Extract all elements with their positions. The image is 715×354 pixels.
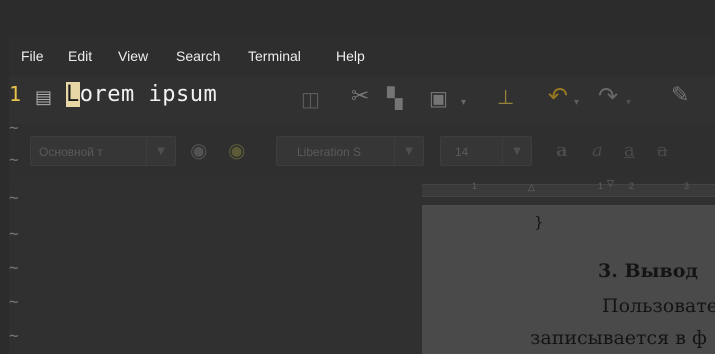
vim-buffer-line[interactable]: 1 Lorem ipsum bbox=[9, 82, 217, 107]
tab-stop-icon[interactable]: ▽ bbox=[607, 178, 614, 189]
ruler-label: 2 bbox=[629, 181, 635, 191]
menu-view[interactable]: View bbox=[118, 48, 148, 64]
font-name-dropdown[interactable]: ▼ bbox=[394, 136, 424, 166]
section-heading: 3. Вывод bbox=[598, 260, 699, 282]
style-update-icon[interactable]: ◉ bbox=[190, 139, 207, 161]
copy-icon[interactable]: ▚ bbox=[387, 87, 402, 109]
empty-line-marker: ~ bbox=[9, 258, 19, 277]
redo-dropdown-icon[interactable]: ▾ bbox=[626, 92, 631, 114]
chevron-down-icon: ▼ bbox=[405, 146, 413, 157]
ruler-bar bbox=[422, 184, 715, 197]
empty-line-marker: ~ bbox=[9, 224, 19, 243]
print-preview-icon[interactable]: ◫ bbox=[301, 88, 320, 110]
vim-line-text[interactable]: Lorem ipsum bbox=[66, 82, 217, 107]
cut-icon[interactable]: ✂ bbox=[351, 86, 369, 108]
font-size-dropdown[interactable]: ▼ bbox=[502, 136, 532, 166]
menu-terminal[interactable]: Terminal bbox=[248, 48, 301, 64]
empty-line-marker: ~ bbox=[9, 292, 19, 311]
ruler-label: 1 bbox=[598, 181, 604, 191]
style-new-icon[interactable]: ◉ bbox=[228, 139, 245, 161]
menu-file[interactable]: File bbox=[21, 48, 44, 64]
underline-icon[interactable]: a bbox=[624, 140, 635, 161]
paragraph-style-dropdown[interactable]: ▼ bbox=[146, 136, 176, 166]
document-page[interactable]: } 3. Вывод Пользовате записывается в ф bbox=[422, 205, 715, 354]
empty-line-marker: ~ bbox=[9, 118, 19, 137]
paragraph-line: записывается в ф bbox=[530, 327, 707, 349]
chevron-down-icon: ▼ bbox=[513, 146, 521, 157]
app-window: File Edit View Search Terminal Help ▤ ◫ … bbox=[9, 0, 715, 354]
menu-search[interactable]: Search bbox=[176, 48, 220, 64]
empty-line-marker: ~ bbox=[9, 326, 19, 345]
clear-formatting-icon[interactable]: ⊥ bbox=[497, 86, 514, 108]
text-cursor: L bbox=[66, 82, 80, 107]
italic-icon[interactable]: a bbox=[592, 140, 603, 161]
horizontal-ruler[interactable]: 1 1 2 3 △ ▽ bbox=[422, 178, 715, 198]
font-name-select[interactable]: Liberation S bbox=[276, 136, 398, 166]
paragraph-style-select[interactable]: Основной т bbox=[30, 136, 150, 166]
strikethrough-icon[interactable]: a bbox=[657, 140, 668, 161]
redo-icon[interactable]: ↷ bbox=[598, 84, 618, 108]
vim-line-content: orem ipsum bbox=[79, 82, 218, 107]
font-size-value: 14 bbox=[455, 145, 469, 159]
undo-dropdown-icon[interactable]: ▾ bbox=[574, 92, 579, 114]
paragraph-style-value: Основной т bbox=[39, 145, 103, 159]
empty-line-marker: ~ bbox=[9, 150, 19, 169]
bold-icon[interactable]: a bbox=[556, 140, 568, 161]
ruler-label: 1 bbox=[472, 181, 478, 191]
menu-help[interactable]: Help bbox=[336, 48, 365, 64]
ruler-label: 3 bbox=[684, 181, 690, 191]
spellcheck-icon[interactable]: ✎ bbox=[671, 85, 689, 107]
empty-line-marker: ~ bbox=[9, 188, 19, 207]
font-size-select[interactable]: 14 bbox=[440, 136, 506, 166]
title-bar bbox=[9, 0, 715, 38]
line-number: 1 bbox=[9, 82, 22, 106]
paste-icon[interactable]: ▣ bbox=[429, 87, 448, 109]
menu-edit[interactable]: Edit bbox=[68, 48, 92, 64]
paragraph-line: Пользовате bbox=[602, 295, 715, 317]
undo-icon[interactable]: ↶ bbox=[548, 84, 568, 108]
chevron-down-icon: ▼ bbox=[157, 146, 165, 157]
code-brace: } bbox=[534, 213, 544, 231]
font-name-value: Liberation S bbox=[297, 145, 362, 159]
indent-marker-icon[interactable]: △ bbox=[528, 182, 535, 193]
paste-dropdown-icon[interactable]: ▾ bbox=[461, 92, 466, 114]
